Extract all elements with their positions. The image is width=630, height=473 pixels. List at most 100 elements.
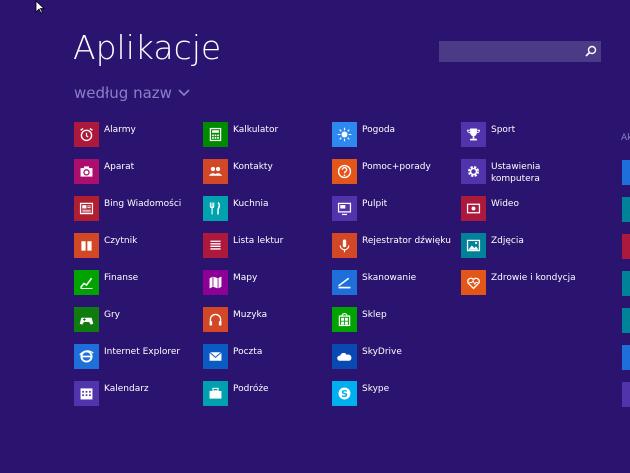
partial-app-tile[interactable] xyxy=(622,271,630,296)
app-bing-wiadomości[interactable]: Bing Wiadomości xyxy=(74,196,203,233)
app-label: Ustawienia komputera xyxy=(491,162,541,184)
app-tile: S xyxy=(332,381,357,406)
app-sport[interactable]: Sport xyxy=(461,122,590,159)
partial-app-tile[interactable] xyxy=(622,160,630,185)
svg-text:S: S xyxy=(341,389,348,400)
app-tile xyxy=(203,159,228,184)
search-icon[interactable] xyxy=(585,45,597,57)
photo-icon xyxy=(466,239,481,252)
app-tile xyxy=(74,381,99,406)
app-tile xyxy=(203,344,228,369)
news-icon xyxy=(79,202,94,215)
app-label: Podróże xyxy=(233,384,269,394)
app-tile xyxy=(332,344,357,369)
app-tile xyxy=(203,270,228,295)
sort-selector[interactable]: według nazw xyxy=(74,84,190,102)
app-label: Skype xyxy=(362,384,390,394)
app-tile xyxy=(332,307,357,332)
app-tile xyxy=(461,270,486,295)
app-skanowanie[interactable]: Skanowanie xyxy=(332,270,461,307)
app-pomoc-porady[interactable]: Pomoc+porady xyxy=(332,159,461,196)
partial-app-tile[interactable] xyxy=(622,308,630,333)
app-label: Bing Wiadomości xyxy=(104,199,182,209)
app-label: Sport xyxy=(491,125,516,135)
app-label: Pomoc+porady xyxy=(362,162,431,172)
app-tile xyxy=(74,344,99,369)
mouse-cursor-icon xyxy=(35,0,45,14)
alarm-clock-icon xyxy=(80,127,93,142)
app-wideo[interactable]: Wideo xyxy=(461,196,590,233)
app-label: Kalkulator xyxy=(233,125,279,135)
app-label: Czytnik xyxy=(104,236,138,246)
sun-icon xyxy=(337,127,352,142)
app-gry[interactable]: Gry xyxy=(74,307,203,344)
app-skype[interactable]: S Skype xyxy=(332,381,461,418)
app-pogoda[interactable]: Pogoda xyxy=(332,122,461,159)
desktop-icon xyxy=(337,202,352,216)
partial-app-tile[interactable] xyxy=(622,234,630,259)
app-tile xyxy=(461,233,486,258)
app-alarmy[interactable]: Alarmy xyxy=(74,122,203,159)
suitcase-icon xyxy=(209,387,222,399)
partial-app-tile[interactable] xyxy=(622,345,630,370)
app-tile xyxy=(74,159,99,184)
skype-icon: S xyxy=(338,387,351,400)
gamepad-icon xyxy=(79,317,94,325)
app-sklep[interactable]: Sklep xyxy=(332,307,461,344)
search-input[interactable] xyxy=(439,41,579,62)
app-tile xyxy=(203,196,228,221)
app-pulpit[interactable]: Pulpit xyxy=(332,196,461,233)
app-tile xyxy=(203,233,228,258)
headphones-icon xyxy=(209,313,222,326)
app-label: Lista lektur xyxy=(233,236,284,246)
app-tile xyxy=(461,196,486,221)
camera-icon xyxy=(80,166,93,177)
app-label: Mapy xyxy=(233,273,258,283)
next-group-label: Ak xyxy=(621,133,630,143)
app-label: Rejestrator dźwięku xyxy=(362,236,451,246)
app-label: Kuchnia xyxy=(233,199,269,209)
app-zdrowie-i-kondycja[interactable]: Zdrowie i kondycja xyxy=(461,270,590,307)
app-tile xyxy=(332,122,357,147)
calendar-icon xyxy=(80,388,93,400)
heart-pulse-icon xyxy=(467,277,480,290)
app-label: Pogoda xyxy=(362,125,396,135)
app-zdjęcia[interactable]: Zdjęcia xyxy=(461,233,590,270)
app-label: Poczta xyxy=(233,347,263,357)
app-tile xyxy=(74,270,99,295)
app-muzyka[interactable]: Muzyka xyxy=(203,307,332,344)
partial-app-tile[interactable] xyxy=(622,197,630,222)
app-rejestrator-dźwięku[interactable]: Rejestrator dźwięku xyxy=(332,233,461,270)
app-label: Gry xyxy=(104,310,121,320)
app-lista-lektur[interactable]: Lista lektur xyxy=(203,233,332,270)
app-poczta[interactable]: Poczta xyxy=(203,344,332,381)
sort-label: według nazw xyxy=(74,84,172,102)
internet-explorer-icon xyxy=(79,350,94,363)
app-kuchnia[interactable]: Kuchnia xyxy=(203,196,332,233)
app-kalkulator[interactable]: Kalkulator xyxy=(203,122,332,159)
search-box[interactable] xyxy=(439,41,601,62)
calculator-icon xyxy=(209,127,222,142)
app-grid: Alarmy Aparat Bing Wiadomości Czytnik Finans… xyxy=(74,122,590,418)
app-finanse[interactable]: Finanse xyxy=(74,270,203,307)
app-ustawienia-komputera[interactable]: Ustawienia komputera xyxy=(461,159,590,196)
app-skydrive[interactable]: SkyDrive xyxy=(332,344,461,381)
app-label: Alarmy xyxy=(104,125,136,135)
people-icon xyxy=(208,166,223,176)
app-czytnik[interactable]: Czytnik xyxy=(74,233,203,270)
app-mapy[interactable]: Mapy xyxy=(203,270,332,307)
app-kalendarz[interactable]: Kalendarz xyxy=(74,381,203,418)
app-label: Wideo xyxy=(491,199,519,209)
app-tile xyxy=(332,159,357,184)
app-label: Zdjęcia xyxy=(491,236,524,246)
app-tile xyxy=(74,233,99,258)
app-aparat[interactable]: Aparat xyxy=(74,159,203,196)
app-kontakty[interactable]: Kontakty xyxy=(203,159,332,196)
app-tile xyxy=(74,196,99,221)
partial-app-tile[interactable] xyxy=(622,382,630,407)
app-label: Internet Explorer xyxy=(104,347,181,357)
app-internet-explorer[interactable]: Internet Explorer xyxy=(74,344,203,381)
app-podróże[interactable]: Podróże xyxy=(203,381,332,418)
app-tile xyxy=(332,270,357,295)
fork-knife-icon xyxy=(209,202,221,215)
